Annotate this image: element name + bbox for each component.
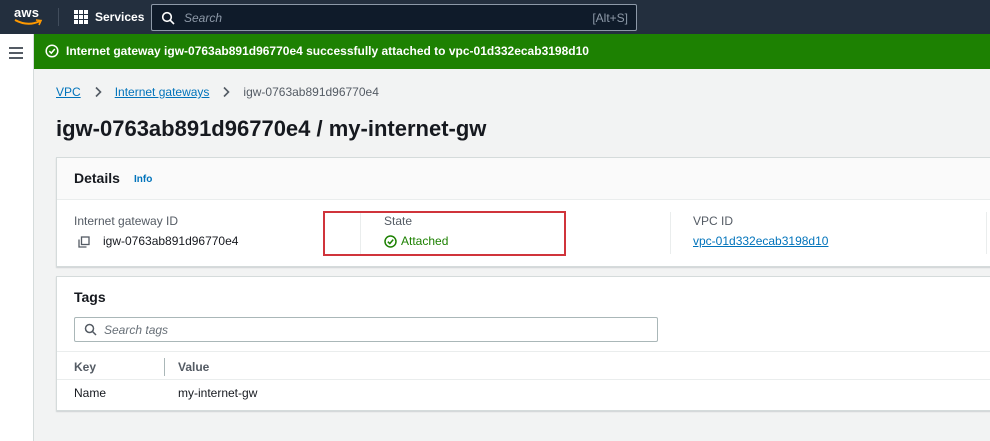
services-menu-button[interactable]: Services xyxy=(74,8,144,26)
vpc-id-link[interactable]: vpc-01d332ecab3198d10 xyxy=(693,234,828,248)
top-navigation: aws Services Search [Alt+S] xyxy=(0,0,990,34)
tags-search-input[interactable]: Search tags xyxy=(74,317,658,342)
search-shortcut-hint: [Alt+S] xyxy=(592,11,628,25)
tags-title: Tags xyxy=(74,289,106,305)
chevron-right-icon xyxy=(95,86,102,98)
tags-table-header: Key Value xyxy=(57,351,990,380)
tag-key-cell: Name xyxy=(74,386,107,400)
side-navigation-rail xyxy=(0,34,34,441)
tags-search-placeholder: Search tags xyxy=(104,323,169,337)
nav-divider xyxy=(58,8,59,26)
aws-smile-icon xyxy=(14,19,43,26)
gateway-id-label: Internet gateway ID xyxy=(74,214,179,228)
state-highlight-box xyxy=(323,211,566,256)
menu-icon[interactable] xyxy=(9,47,23,59)
aws-logo[interactable]: aws xyxy=(14,5,46,29)
gateway-id-value: igw-0763ab891d96770e4 xyxy=(103,234,239,248)
column-header-value[interactable]: Value xyxy=(178,360,209,374)
column-divider xyxy=(670,212,671,254)
details-header: Details Info xyxy=(57,158,990,200)
chevron-right-icon xyxy=(223,86,231,98)
breadcrumb-current: igw-0763ab891d96770e4 xyxy=(243,85,379,99)
column-divider xyxy=(986,212,987,254)
breadcrumb: VPC Internet gateways igw-0763ab891d9677… xyxy=(56,84,379,100)
info-link[interactable]: Info xyxy=(134,174,152,185)
copy-icon[interactable] xyxy=(78,236,90,248)
success-check-icon xyxy=(45,44,59,58)
tag-value-cell: my-internet-gw xyxy=(178,386,258,400)
page-title: igw-0763ab891d96770e4 / my-internet-gw xyxy=(56,116,487,141)
search-icon xyxy=(84,323,97,336)
flash-message: Internet gateway igw-0763ab891d96770e4 s… xyxy=(66,44,589,58)
search-icon xyxy=(161,11,175,25)
vpc-id-label: VPC ID xyxy=(693,214,734,228)
details-title: Details xyxy=(74,170,120,186)
tags-panel: Tags Search tags Key Value Name my-inter… xyxy=(56,276,990,411)
services-label: Services xyxy=(95,10,145,24)
column-header-key[interactable]: Key xyxy=(74,360,96,374)
breadcrumb-internet-gateways-link[interactable]: Internet gateways xyxy=(115,85,210,99)
success-flash-banner: Internet gateway igw-0763ab891d96770e4 s… xyxy=(34,34,990,69)
global-search-input[interactable]: Search [Alt+S] xyxy=(151,4,637,31)
search-placeholder: Search xyxy=(184,11,223,25)
breadcrumb-vpc-link[interactable]: VPC xyxy=(56,85,81,99)
services-grid-icon xyxy=(74,10,88,24)
column-resize-handle[interactable] xyxy=(164,358,165,376)
